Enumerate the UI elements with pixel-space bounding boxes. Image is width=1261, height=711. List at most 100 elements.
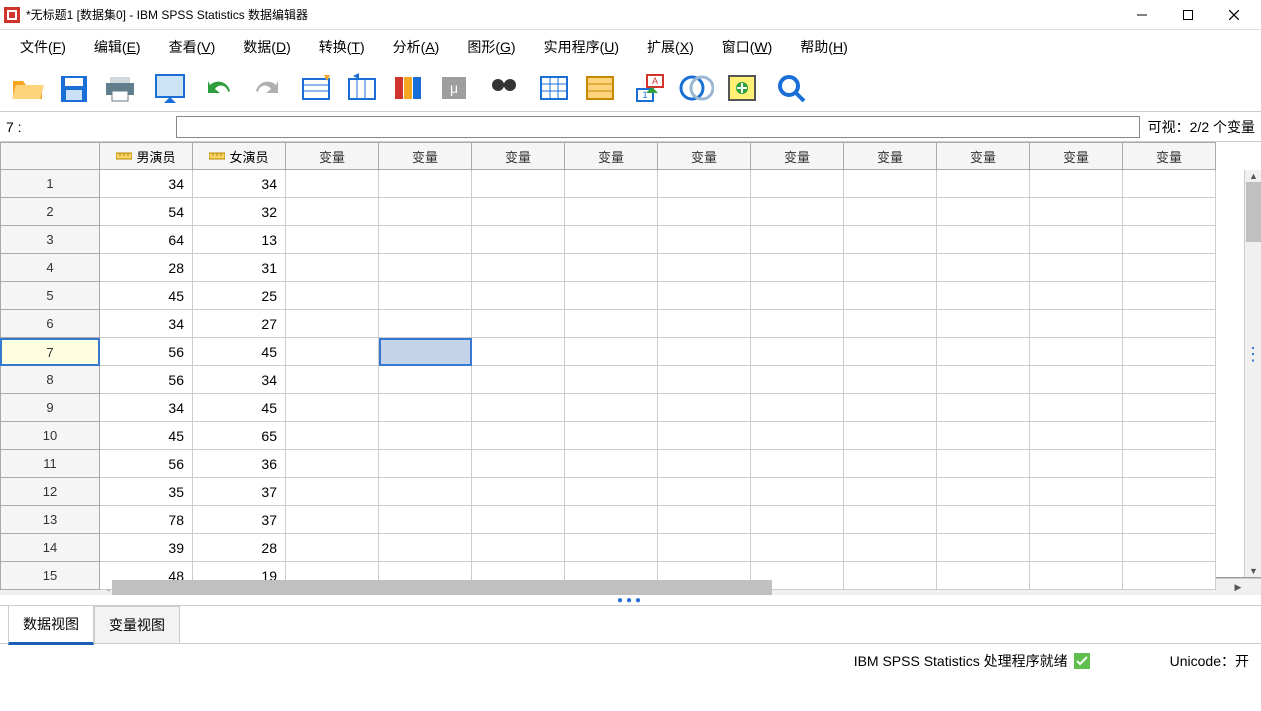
data-cell[interactable] (844, 394, 937, 422)
data-cell[interactable] (1030, 310, 1123, 338)
row-header[interactable]: 15 (0, 562, 100, 590)
data-cell[interactable] (1030, 198, 1123, 226)
data-cell[interactable] (844, 478, 937, 506)
data-cell[interactable] (1123, 534, 1216, 562)
data-cell[interactable] (751, 534, 844, 562)
data-cell[interactable] (1030, 422, 1123, 450)
data-cell[interactable] (1123, 422, 1216, 450)
horizontal-scrollbar[interactable]: ◀ ▶ (0, 578, 1261, 595)
data-cell[interactable] (844, 170, 937, 198)
row-header[interactable]: 2 (0, 198, 100, 226)
column-header-empty[interactable]: 变量 (937, 142, 1030, 170)
data-cell[interactable] (286, 394, 379, 422)
data-cell[interactable] (379, 450, 472, 478)
data-cell[interactable] (565, 534, 658, 562)
column-header-empty[interactable]: 变量 (565, 142, 658, 170)
data-cell[interactable] (286, 170, 379, 198)
vertical-scroll-thumb[interactable] (1246, 182, 1261, 242)
data-cell[interactable] (751, 478, 844, 506)
data-cell[interactable] (937, 394, 1030, 422)
open-button[interactable] (8, 69, 48, 107)
data-cell[interactable] (286, 226, 379, 254)
data-cell[interactable] (937, 282, 1030, 310)
row-header[interactable]: 13 (0, 506, 100, 534)
data-cell[interactable] (658, 198, 751, 226)
data-cell[interactable]: 13 (193, 226, 286, 254)
data-cell[interactable] (565, 282, 658, 310)
data-cell[interactable] (658, 450, 751, 478)
column-header-empty[interactable]: 变量 (1123, 142, 1216, 170)
data-cell[interactable] (1123, 506, 1216, 534)
data-cell[interactable] (379, 478, 472, 506)
data-cell[interactable] (472, 226, 565, 254)
redo-button[interactable] (246, 69, 286, 107)
data-cell[interactable] (658, 254, 751, 282)
data-cell[interactable] (565, 254, 658, 282)
data-cell[interactable] (565, 198, 658, 226)
data-cell[interactable] (565, 366, 658, 394)
data-cell[interactable]: 34 (100, 394, 193, 422)
data-cell[interactable] (379, 506, 472, 534)
row-header[interactable]: 1 (0, 170, 100, 198)
data-cell[interactable] (751, 226, 844, 254)
data-cell[interactable] (1123, 394, 1216, 422)
data-cell[interactable]: 37 (193, 478, 286, 506)
menu-utilities[interactable]: 实用程序(U) (530, 31, 633, 63)
data-cell[interactable] (751, 170, 844, 198)
menu-data[interactable]: 数据(D) (229, 31, 304, 63)
data-cell[interactable] (1123, 198, 1216, 226)
column-header-empty[interactable]: 变量 (844, 142, 937, 170)
menu-view[interactable]: 查看(V) (155, 31, 230, 63)
save-button[interactable] (54, 69, 94, 107)
column-header-empty[interactable]: 变量 (379, 142, 472, 170)
data-cell[interactable] (1030, 254, 1123, 282)
data-cell[interactable] (379, 282, 472, 310)
data-cell[interactable] (937, 254, 1030, 282)
menu-file[interactable]: 文件(F) (6, 31, 80, 63)
data-cell[interactable] (844, 254, 937, 282)
data-cell[interactable] (937, 422, 1030, 450)
data-cell[interactable] (286, 534, 379, 562)
data-cell[interactable] (1030, 450, 1123, 478)
data-cell[interactable] (472, 534, 565, 562)
data-cell[interactable] (751, 338, 844, 366)
data-cell[interactable]: 28 (193, 534, 286, 562)
data-cell[interactable] (1030, 534, 1123, 562)
panel-handle-icon[interactable]: ⋮ (1244, 352, 1261, 357)
data-cell[interactable] (379, 534, 472, 562)
data-cell[interactable] (658, 366, 751, 394)
menu-help[interactable]: 帮助(H) (786, 31, 861, 63)
variables-button[interactable] (388, 69, 428, 107)
data-cell[interactable] (1030, 282, 1123, 310)
data-cell[interactable] (472, 170, 565, 198)
vertical-scrollbar[interactable]: ▲ ▼ (1244, 170, 1261, 577)
tab-variable-view[interactable]: 变量视图 (94, 606, 180, 643)
scroll-down-arrow[interactable]: ▼ (1246, 565, 1261, 577)
menu-transform[interactable]: 转换(T) (305, 31, 379, 63)
find-button[interactable] (484, 69, 524, 107)
data-cell[interactable] (286, 506, 379, 534)
column-header-1[interactable]: 男演员 (100, 142, 193, 170)
data-cell[interactable] (1123, 254, 1216, 282)
data-cell[interactable] (379, 226, 472, 254)
data-cell[interactable] (472, 366, 565, 394)
data-cell[interactable] (286, 282, 379, 310)
data-cell[interactable] (844, 366, 937, 394)
data-cell[interactable] (844, 226, 937, 254)
data-cell[interactable] (937, 226, 1030, 254)
data-cell[interactable] (937, 506, 1030, 534)
data-cell[interactable] (286, 310, 379, 338)
data-cell[interactable] (937, 310, 1030, 338)
row-header[interactable]: 9 (0, 394, 100, 422)
search-button[interactable] (772, 69, 812, 107)
data-cell[interactable]: 37 (193, 506, 286, 534)
data-cell[interactable] (658, 170, 751, 198)
row-header[interactable]: 7 (0, 338, 100, 366)
data-cell[interactable] (937, 198, 1030, 226)
data-cell[interactable] (472, 282, 565, 310)
use-sets-button[interactable] (722, 69, 762, 107)
data-cell[interactable] (1123, 366, 1216, 394)
data-cell[interactable] (379, 170, 472, 198)
data-cell[interactable]: 39 (100, 534, 193, 562)
data-cell[interactable] (286, 254, 379, 282)
